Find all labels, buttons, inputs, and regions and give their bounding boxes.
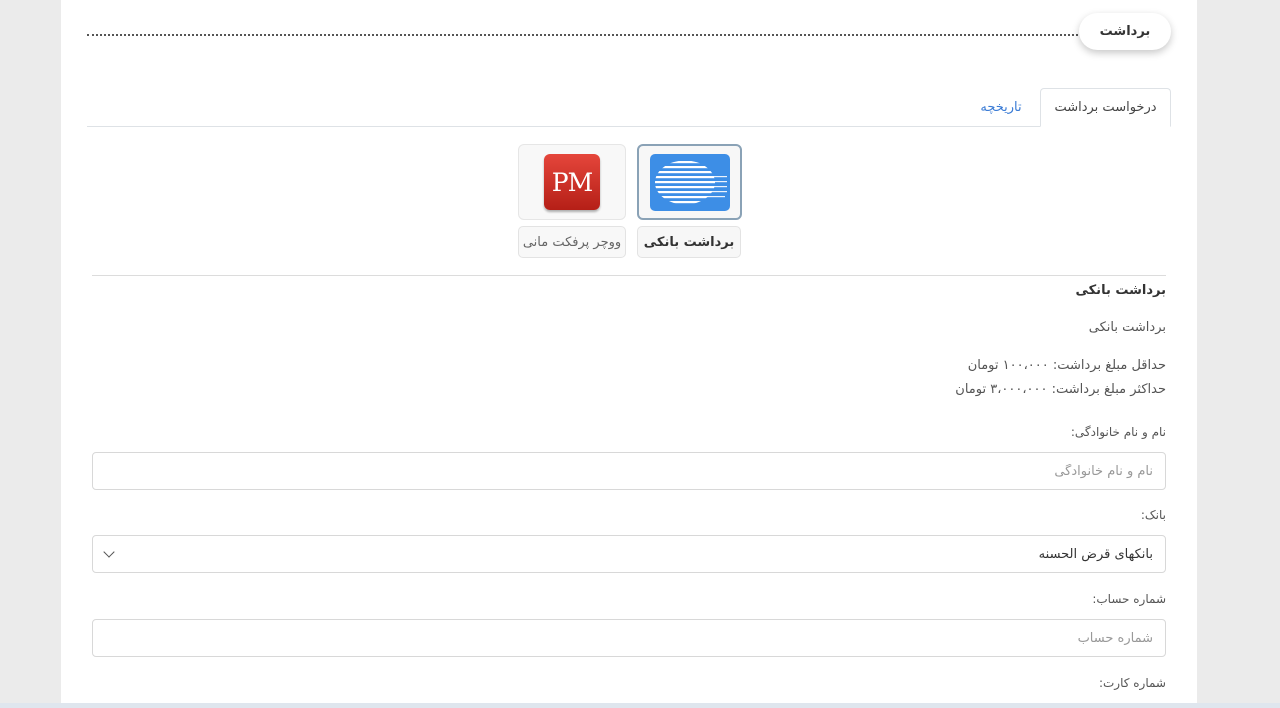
tab-withdraw-request[interactable]: درخواست برداشت [1040, 88, 1171, 127]
method-bank-label[interactable]: برداشت بانکی [637, 226, 741, 258]
name-field-box [92, 452, 1166, 490]
tabs-border [87, 126, 1171, 127]
name-label: نام و نام خانوادگی: [1070, 425, 1166, 439]
method-bank-card[interactable] [637, 144, 742, 220]
page-title: برداشت [1079, 13, 1171, 50]
chevron-down-icon [103, 546, 115, 558]
details-description: برداشت بانکی [1088, 320, 1166, 335]
min-amount-text: حداقل مبلغ برداشت: ۱۰۰،۰۰۰ تومان [967, 358, 1166, 373]
bank-icon [649, 153, 730, 211]
max-amount-text: حداکثر مبلغ برداشت: ۳،۰۰۰،۰۰۰ تومان [955, 382, 1166, 397]
name-input[interactable] [93, 453, 1165, 489]
window-bottom-strip [0, 703, 1280, 708]
bank-logo-graphic [654, 160, 727, 203]
bank-select-value: بانکهای قرض الحسنه [1038, 546, 1153, 562]
details-heading: برداشت بانکی [1075, 283, 1166, 298]
bank-label: بانک: [1140, 508, 1166, 522]
bank-select[interactable]: بانکهای قرض الحسنه [92, 535, 1166, 573]
tab-history[interactable]: تاریخچه [966, 88, 1036, 126]
card-label: شماره کارت: [1098, 676, 1166, 690]
section-divider [92, 275, 1166, 276]
method-perfect-money-card[interactable]: PM [518, 144, 626, 220]
method-perfect-money-label[interactable]: ووچر پرفکت مانی [518, 226, 626, 258]
account-input[interactable] [93, 620, 1165, 656]
account-field-box [92, 619, 1166, 657]
title-divider [87, 34, 1082, 36]
account-label: شماره حساب: [1092, 592, 1166, 606]
perfect-money-icon: PM [544, 154, 600, 210]
